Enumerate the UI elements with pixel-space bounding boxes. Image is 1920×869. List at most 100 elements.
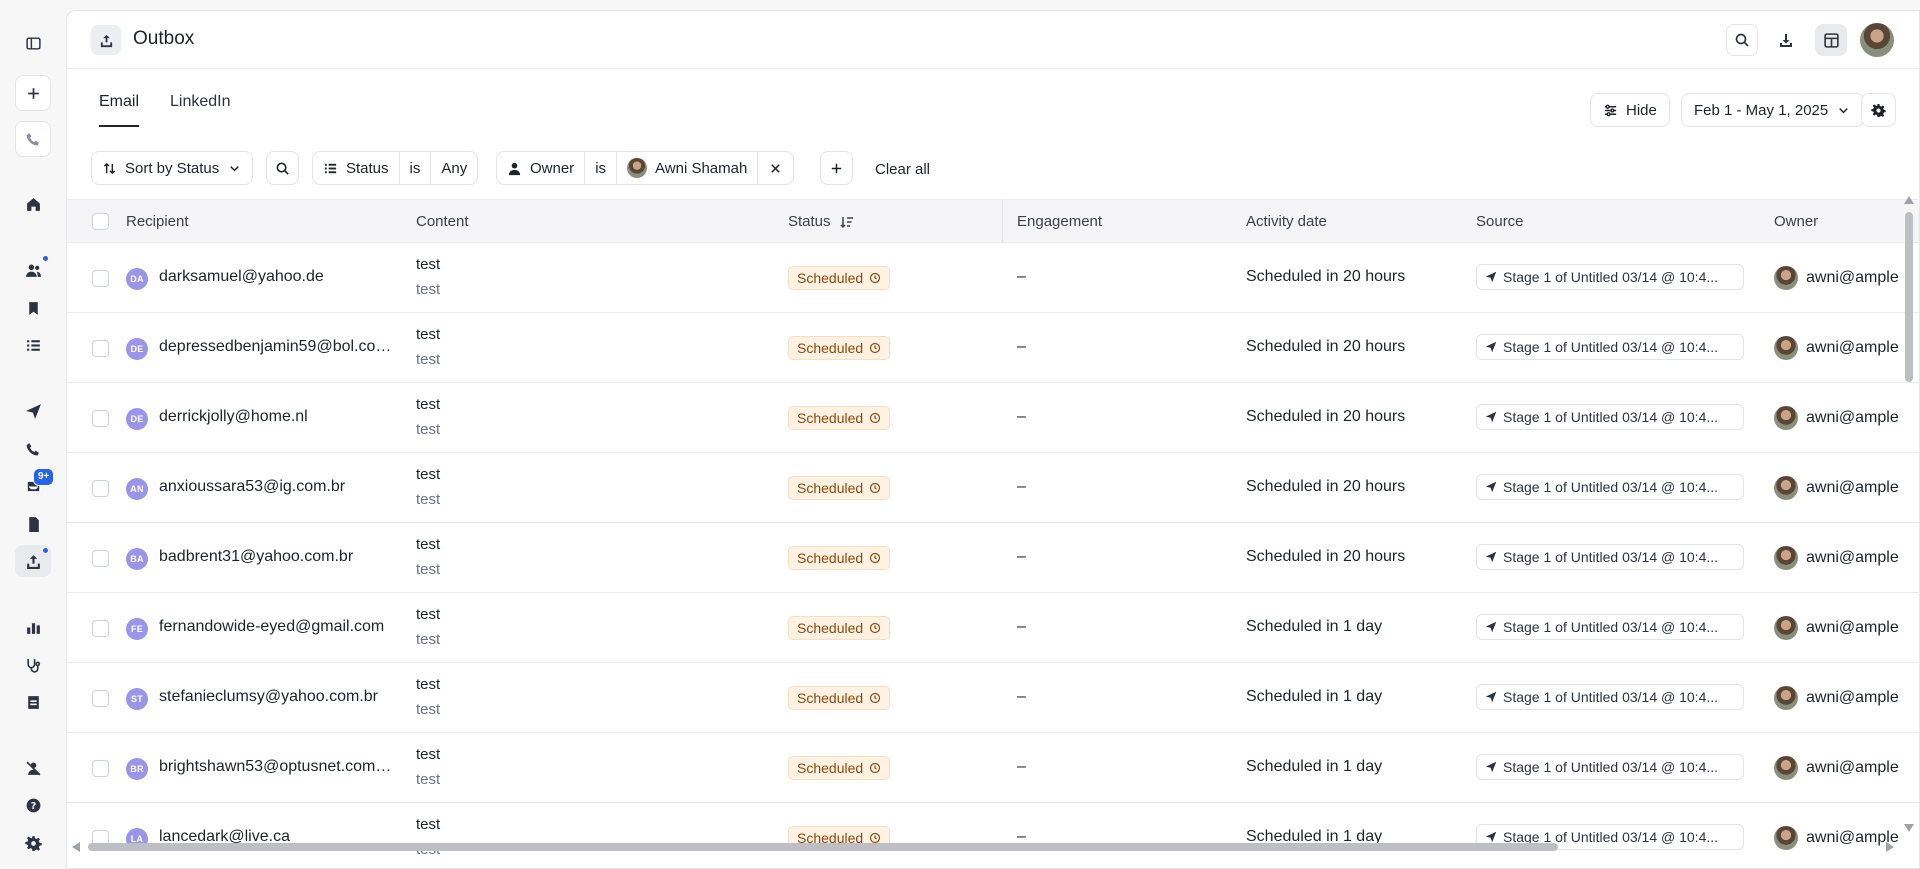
table-row[interactable]: BR brightshawn53@optusnet.com.au test te… — [67, 733, 1919, 803]
row-checkbox[interactable] — [92, 760, 109, 777]
id-card-icon[interactable] — [15, 686, 51, 718]
phone-icon[interactable] — [15, 433, 51, 465]
user-off-icon[interactable] — [15, 752, 51, 784]
table-row[interactable]: DE derrickjolly@home.nl test test Schedu… — [67, 383, 1919, 453]
sidebar-toggle-icon[interactable] — [15, 27, 51, 59]
owner-email: awni@ample — [1806, 689, 1899, 706]
col-status[interactable]: Status — [788, 213, 855, 230]
status-filter[interactable]: Status is Any — [312, 151, 479, 185]
scroll-down-arrow[interactable] — [1904, 824, 1914, 832]
recipient-email[interactable]: badbrent31@yahoo.com.br — [159, 548, 394, 566]
owner-cell: awni@ample — [1774, 756, 1899, 780]
scroll-up-arrow[interactable] — [1904, 196, 1914, 204]
send-icon[interactable] — [15, 395, 51, 427]
col-source[interactable]: Source — [1476, 213, 1524, 230]
new-plus-icon[interactable] — [15, 75, 51, 111]
col-activity-date[interactable]: Activity date — [1246, 213, 1327, 230]
table-row[interactable]: LA lancedark@live.ca test test Scheduled… — [67, 803, 1919, 868]
hide-button[interactable]: Hide — [1590, 93, 1670, 127]
date-range-select[interactable]: Feb 1 - May 1, 2025 — [1681, 93, 1865, 127]
health-icon[interactable] — [15, 649, 51, 681]
settings-button[interactable] — [1861, 93, 1896, 127]
settings-gear-icon[interactable] — [15, 827, 51, 859]
list-icon[interactable] — [15, 329, 51, 361]
status-filter-value: Any — [441, 159, 468, 177]
recipient-email[interactable]: fernandowide-eyed@gmail.com — [159, 618, 394, 636]
table-row[interactable]: AN anxioussara53@ig.com.br test test Sch… — [67, 453, 1919, 523]
activity-date: Scheduled in 20 hours — [1246, 548, 1406, 565]
scroll-right-arrow[interactable] — [1886, 842, 1894, 852]
filter-search-button[interactable] — [266, 151, 299, 185]
owner-filter[interactable]: Owner is Awni Shamah — [496, 151, 795, 185]
col-recipient[interactable]: Recipient — [126, 213, 189, 230]
col-engagement[interactable]: Engagement — [1017, 213, 1102, 230]
user-avatar[interactable] — [1860, 23, 1894, 57]
download-button[interactable] — [1770, 24, 1802, 56]
document-icon[interactable] — [15, 508, 51, 540]
owner-avatar — [1774, 476, 1798, 500]
home-icon[interactable] — [15, 188, 51, 220]
table-row[interactable]: DE depressedbenjamin59@bol.com.br test t… — [67, 313, 1919, 383]
add-filter-button[interactable] — [820, 151, 853, 185]
col-content[interactable]: Content — [416, 213, 469, 230]
vertical-scrollbar[interactable] — [1903, 194, 1915, 834]
tab-linkedin[interactable]: LinkedIn — [170, 93, 231, 125]
row-checkbox[interactable] — [92, 480, 109, 497]
table-row[interactable]: ST stefanieclumsy@yahoo.com.br test test… — [67, 663, 1919, 733]
col-owner[interactable]: Owner — [1774, 213, 1818, 230]
select-all-checkbox[interactable] — [92, 213, 109, 230]
source-chip[interactable]: Stage 1 of Untitled 03/14 @ 10:4... — [1476, 334, 1744, 360]
table-row[interactable]: DA darksamuel@yahoo.de test test Schedul… — [67, 243, 1919, 313]
recipient-email[interactable]: brightshawn53@optusnet.com.au — [159, 758, 394, 776]
source-chip[interactable]: Stage 1 of Untitled 03/14 @ 10:4... — [1476, 404, 1744, 430]
contacts-icon[interactable] — [15, 254, 51, 286]
horizontal-scrollbar[interactable] — [66, 840, 1903, 854]
source-chip[interactable]: Stage 1 of Untitled 03/14 @ 10:4... — [1476, 474, 1744, 500]
table-row[interactable]: FE fernandowide-eyed@gmail.com test test… — [67, 593, 1919, 663]
outbox-icon[interactable] — [15, 545, 51, 577]
recipient-email[interactable]: stefanieclumsy@yahoo.com.br — [159, 688, 394, 706]
row-checkbox[interactable] — [92, 270, 109, 287]
recipient-email[interactable]: anxioussara53@ig.com.br — [159, 478, 394, 496]
owner-avatar — [1774, 616, 1798, 640]
content-preview: test — [416, 701, 441, 718]
recipient-avatar: DA — [126, 268, 148, 290]
table-row[interactable]: BA badbrent31@yahoo.com.br test test Sch… — [67, 523, 1919, 593]
remove-filter-button[interactable] — [758, 152, 793, 184]
row-checkbox[interactable] — [92, 620, 109, 637]
source-chip[interactable]: Stage 1 of Untitled 03/14 @ 10:4... — [1476, 614, 1744, 640]
source-label: Stage 1 of Untitled 03/14 @ 10:4... — [1503, 689, 1719, 705]
source-chip[interactable]: Stage 1 of Untitled 03/14 @ 10:4... — [1476, 544, 1744, 570]
activity-date: Scheduled in 20 hours — [1246, 408, 1406, 425]
owner-filter-field: Owner — [530, 159, 575, 177]
analytics-icon[interactable] — [15, 611, 51, 643]
status-filter-operator: is — [409, 159, 421, 177]
vertical-scroll-thumb[interactable] — [1905, 212, 1913, 382]
row-checkbox[interactable] — [92, 340, 109, 357]
status-badge: Scheduled — [788, 266, 891, 290]
engagement-value: – — [1017, 618, 1026, 635]
horizontal-scroll-thumb[interactable] — [88, 843, 1558, 851]
source-chip[interactable]: Stage 1 of Untitled 03/14 @ 10:4... — [1476, 264, 1744, 290]
row-checkbox[interactable] — [92, 410, 109, 427]
recipient-email[interactable]: derrickjolly@home.nl — [159, 408, 394, 426]
dialer-phone-icon[interactable] — [15, 121, 51, 157]
tab-email[interactable]: Email — [99, 93, 140, 127]
layout-toggle-button[interactable] — [1815, 24, 1847, 56]
bookmark-icon[interactable] — [15, 292, 51, 324]
row-checkbox[interactable] — [92, 690, 109, 707]
recipient-email[interactable]: depressedbenjamin59@bol.com.br — [159, 338, 394, 356]
help-icon[interactable]: ? — [15, 789, 51, 821]
scroll-left-arrow[interactable] — [72, 842, 80, 852]
source-chip[interactable]: Stage 1 of Untitled 03/14 @ 10:4... — [1476, 684, 1744, 710]
close-icon — [771, 163, 781, 173]
owner-email: awni@ample — [1806, 339, 1899, 356]
row-checkbox[interactable] — [92, 550, 109, 567]
owner-avatar — [1774, 406, 1798, 430]
sort-button[interactable]: Sort by Status — [91, 151, 254, 185]
source-chip[interactable]: Stage 1 of Untitled 03/14 @ 10:4... — [1476, 754, 1744, 780]
source-label: Stage 1 of Untitled 03/14 @ 10:4... — [1503, 549, 1719, 565]
search-button[interactable] — [1726, 24, 1758, 56]
recipient-email[interactable]: darksamuel@yahoo.de — [159, 268, 394, 286]
clear-all-button[interactable]: Clear all — [875, 161, 930, 178]
